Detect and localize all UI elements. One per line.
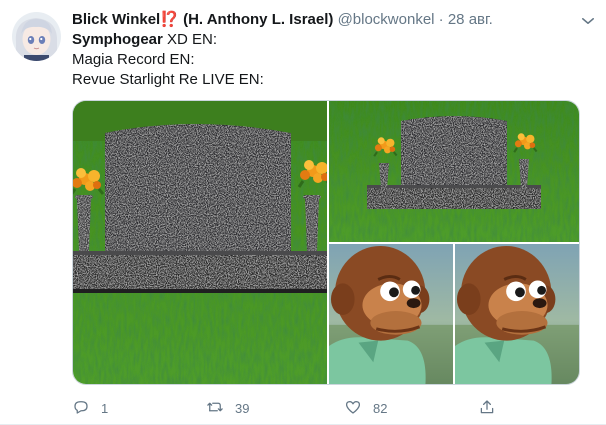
media-puppet-look-away-2[interactable] (455, 244, 579, 384)
retweet-icon (206, 398, 224, 419)
reply-count: 1 (101, 400, 109, 416)
author-emoji: ⁉️ (160, 11, 179, 28)
retweet-button[interactable]: 39 (206, 398, 249, 418)
tweet-content: Blick Winkel⁉️ (H. Anthony L. Israel) @b… (72, 10, 594, 385)
author-name-suffix[interactable]: (H. Anthony L. Israel) (183, 11, 333, 28)
author-name[interactable]: Blick Winkel (72, 11, 160, 28)
media-gravestone-small[interactable] (329, 101, 579, 242)
share-button[interactable] (478, 398, 496, 418)
like-button[interactable]: 82 (344, 398, 387, 418)
separator-dot: · (438, 11, 444, 28)
like-icon (344, 398, 362, 419)
tweet-text-line-3: Revue Starlight Re LIVE EN: (72, 71, 264, 88)
retweet-count: 39 (235, 400, 250, 416)
avatar[interactable] (12, 12, 61, 61)
reply-icon (72, 398, 90, 419)
tweet[interactable]: Blick Winkel⁉️ (H. Anthony L. Israel) @b… (0, 0, 606, 425)
like-count: 82 (373, 400, 388, 416)
avatar-image (12, 12, 61, 61)
tweet-text-line-2: Magia Record EN: (72, 51, 195, 68)
share-icon (478, 398, 496, 419)
tweet-header: Blick Winkel⁉️ (H. Anthony L. Israel) @b… (72, 10, 587, 30)
tweet-date[interactable]: 28 авг. (448, 11, 493, 28)
tweet-text: Symphogear XD EN: Magia Record EN: Revue… (72, 30, 587, 90)
tweet-text-line-1: Symphogear XD EN: (72, 30, 587, 50)
media-grid (72, 100, 580, 385)
media-puppet-look-away-1[interactable] (329, 244, 453, 384)
text-line1-rest: XD EN: (162, 31, 218, 48)
media-gravestone-large[interactable] (73, 101, 327, 384)
text-bold-word: Symphogear (72, 31, 163, 48)
chevron-down-icon[interactable] (579, 12, 597, 30)
reply-button[interactable]: 1 (72, 398, 108, 418)
author-handle[interactable]: @blockwonkel (338, 11, 435, 28)
tweet-actions: 1 39 82 (72, 398, 502, 418)
